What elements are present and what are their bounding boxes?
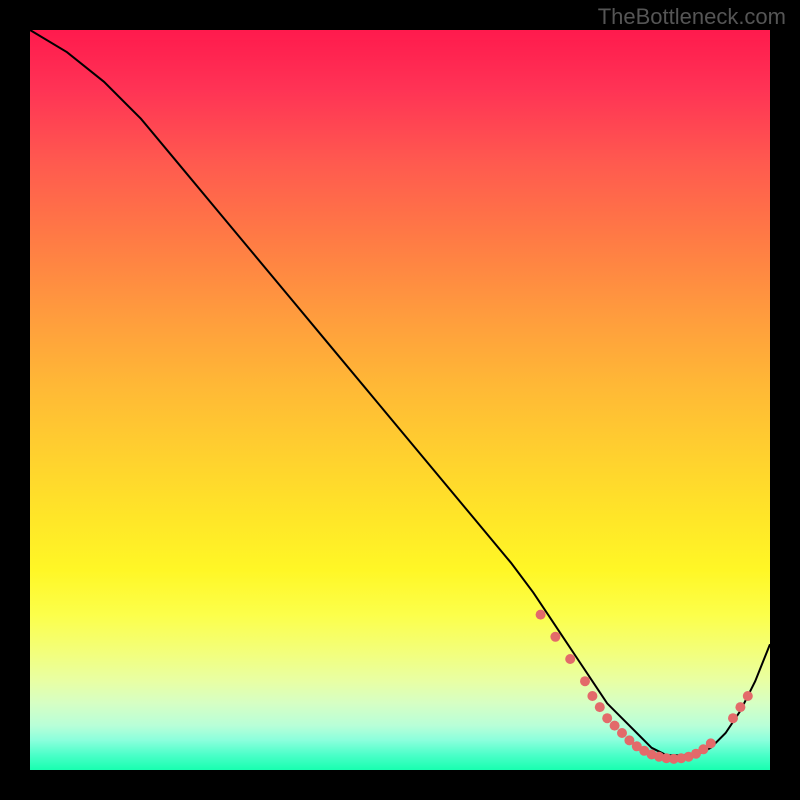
curve-marker [743,691,753,701]
watermark-text: TheBottleneck.com [598,4,786,30]
curve-marker [602,713,612,723]
curve-marker [565,654,575,664]
curve-marker [550,632,560,642]
curve-marker [587,691,597,701]
curve-marker [617,728,627,738]
bottleneck-curve-line [30,30,770,755]
curve-marker [728,713,738,723]
curve-marker [595,702,605,712]
curve-marker [580,676,590,686]
chart-svg [30,30,770,770]
curve-marker [706,738,716,748]
curve-marker [536,610,546,620]
chart-plot-area [30,30,770,770]
curve-marker [735,702,745,712]
curve-marker [610,721,620,731]
